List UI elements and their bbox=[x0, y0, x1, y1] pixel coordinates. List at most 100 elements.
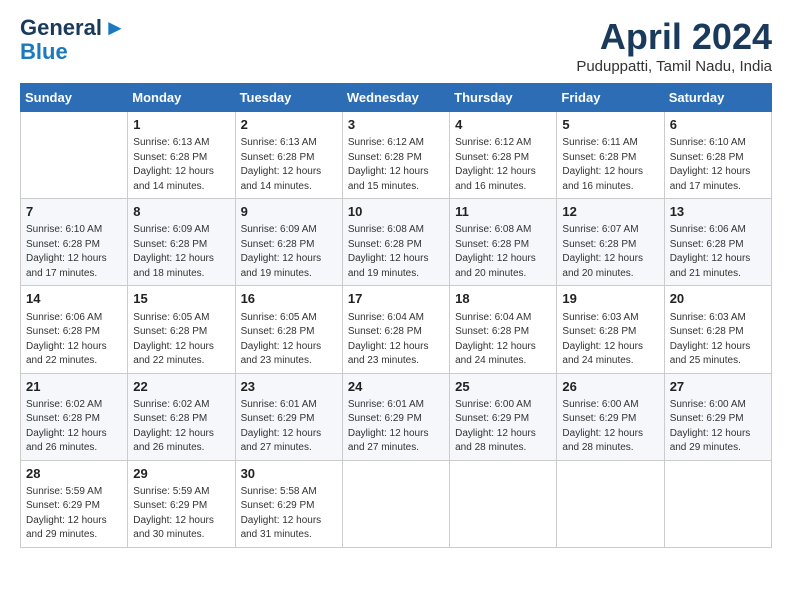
day-number: 29 bbox=[133, 465, 229, 483]
weekday-header-monday: Monday bbox=[128, 84, 235, 112]
day-info: Sunrise: 6:01 AM Sunset: 6:29 PM Dayligh… bbox=[241, 398, 337, 456]
calendar-cell: 13 Sunrise: 6:06 AM Sunset: 6:28 PM Dayli… bbox=[664, 199, 771, 286]
day-number: 19 bbox=[562, 290, 658, 308]
day-info: Sunrise: 6:06 AM Sunset: 6:28 PM Dayligh… bbox=[26, 311, 122, 369]
day-number: 3 bbox=[348, 116, 444, 134]
day-number: 10 bbox=[348, 203, 444, 221]
day-info: Sunrise: 5:59 AM Sunset: 6:29 PM Dayligh… bbox=[26, 485, 122, 543]
day-info: Sunrise: 6:03 AM Sunset: 6:28 PM Dayligh… bbox=[670, 311, 766, 369]
day-number: 16 bbox=[241, 290, 337, 308]
calendar-header: SundayMondayTuesdayWednesdayThursdayFrid… bbox=[21, 84, 772, 112]
day-info: Sunrise: 6:12 AM Sunset: 6:28 PM Dayligh… bbox=[455, 136, 551, 194]
day-number: 28 bbox=[26, 465, 122, 483]
header: General► Blue April 2024 Puduppatti, Tam… bbox=[20, 16, 772, 75]
day-number: 12 bbox=[562, 203, 658, 221]
day-info: Sunrise: 6:04 AM Sunset: 6:28 PM Dayligh… bbox=[348, 311, 444, 369]
day-info: Sunrise: 6:09 AM Sunset: 6:28 PM Dayligh… bbox=[133, 223, 229, 281]
day-info: Sunrise: 6:00 AM Sunset: 6:29 PM Dayligh… bbox=[455, 398, 551, 456]
day-info: Sunrise: 6:09 AM Sunset: 6:28 PM Dayligh… bbox=[241, 223, 337, 281]
day-number: 22 bbox=[133, 378, 229, 396]
calendar-cell: 27 Sunrise: 6:00 AM Sunset: 6:29 PM Dayli… bbox=[664, 373, 771, 460]
day-info: Sunrise: 6:11 AM Sunset: 6:28 PM Dayligh… bbox=[562, 136, 658, 194]
day-number: 14 bbox=[26, 290, 122, 308]
calendar-cell: 28 Sunrise: 5:59 AM Sunset: 6:29 PM Dayli… bbox=[21, 460, 128, 547]
day-number: 2 bbox=[241, 116, 337, 134]
weekday-header-saturday: Saturday bbox=[664, 84, 771, 112]
day-info: Sunrise: 6:13 AM Sunset: 6:28 PM Dayligh… bbox=[241, 136, 337, 194]
day-info: Sunrise: 6:04 AM Sunset: 6:28 PM Dayligh… bbox=[455, 311, 551, 369]
calendar-cell: 30Sunrise: 5:58 AM Sunset: 6:29 PM Dayli… bbox=[235, 460, 342, 547]
day-info: Sunrise: 6:10 AM Sunset: 6:28 PM Dayligh… bbox=[670, 136, 766, 194]
day-number: 30 bbox=[241, 465, 337, 483]
day-info: Sunrise: 6:05 AM Sunset: 6:28 PM Dayligh… bbox=[241, 311, 337, 369]
day-info: Sunrise: 6:08 AM Sunset: 6:28 PM Dayligh… bbox=[348, 223, 444, 281]
calendar-cell: 15Sunrise: 6:05 AM Sunset: 6:28 PM Dayli… bbox=[128, 286, 235, 373]
logo-blue: Blue bbox=[20, 40, 68, 64]
day-number: 1 bbox=[133, 116, 229, 134]
weekday-header-thursday: Thursday bbox=[450, 84, 557, 112]
day-info: Sunrise: 6:08 AM Sunset: 6:28 PM Dayligh… bbox=[455, 223, 551, 281]
day-info: Sunrise: 5:59 AM Sunset: 6:29 PM Dayligh… bbox=[133, 485, 229, 543]
calendar-cell: 16 Sunrise: 6:05 AM Sunset: 6:28 PM Dayli… bbox=[235, 286, 342, 373]
calendar-cell bbox=[557, 460, 664, 547]
calendar-table: SundayMondayTuesdayWednesdayThursdayFrid… bbox=[20, 83, 772, 548]
calendar-cell: 5 Sunrise: 6:11 AM Sunset: 6:28 PM Daylig… bbox=[557, 112, 664, 199]
day-number: 9 bbox=[241, 203, 337, 221]
weekday-header-wednesday: Wednesday bbox=[342, 84, 449, 112]
calendar-cell: 23 Sunrise: 6:01 AM Sunset: 6:29 PM Dayli… bbox=[235, 373, 342, 460]
calendar-cell bbox=[664, 460, 771, 547]
day-number: 21 bbox=[26, 378, 122, 396]
calendar-cell bbox=[450, 460, 557, 547]
calendar-cell: 2 Sunrise: 6:13 AM Sunset: 6:28 PM Daylig… bbox=[235, 112, 342, 199]
day-number: 4 bbox=[455, 116, 551, 134]
day-number: 5 bbox=[562, 116, 658, 134]
day-number: 24 bbox=[348, 378, 444, 396]
day-number: 17 bbox=[348, 290, 444, 308]
month-title: April 2024 bbox=[576, 16, 772, 58]
day-number: 27 bbox=[670, 378, 766, 396]
calendar-cell: 21 Sunrise: 6:02 AM Sunset: 6:28 PM Dayli… bbox=[21, 373, 128, 460]
day-number: 11 bbox=[455, 203, 551, 221]
calendar-cell: 10 Sunrise: 6:08 AM Sunset: 6:28 PM Dayli… bbox=[342, 199, 449, 286]
day-number: 7 bbox=[26, 203, 122, 221]
calendar-cell: 26Sunrise: 6:00 AM Sunset: 6:29 PM Dayli… bbox=[557, 373, 664, 460]
day-info: Sunrise: 6:00 AM Sunset: 6:29 PM Dayligh… bbox=[670, 398, 766, 456]
day-number: 6 bbox=[670, 116, 766, 134]
calendar-cell bbox=[342, 460, 449, 547]
calendar-cell: 25 Sunrise: 6:00 AM Sunset: 6:29 PM Dayli… bbox=[450, 373, 557, 460]
day-info: Sunrise: 6:02 AM Sunset: 6:28 PM Dayligh… bbox=[26, 398, 122, 456]
calendar-cell: 1Sunrise: 6:13 AM Sunset: 6:28 PM Daylig… bbox=[128, 112, 235, 199]
weekday-header-tuesday: Tuesday bbox=[235, 84, 342, 112]
calendar-cell: 6 Sunrise: 6:10 AM Sunset: 6:28 PM Daylig… bbox=[664, 112, 771, 199]
weekday-header-sunday: Sunday bbox=[21, 84, 128, 112]
day-info: Sunrise: 6:10 AM Sunset: 6:28 PM Dayligh… bbox=[26, 223, 122, 281]
day-info: Sunrise: 6:03 AM Sunset: 6:28 PM Dayligh… bbox=[562, 311, 658, 369]
logo-text: General► bbox=[20, 16, 126, 40]
calendar-cell: 24Sunrise: 6:01 AM Sunset: 6:29 PM Dayli… bbox=[342, 373, 449, 460]
day-number: 23 bbox=[241, 378, 337, 396]
day-number: 26 bbox=[562, 378, 658, 396]
calendar-cell: 4 Sunrise: 6:12 AM Sunset: 6:28 PM Daylig… bbox=[450, 112, 557, 199]
day-number: 20 bbox=[670, 290, 766, 308]
calendar-cell: 29 Sunrise: 5:59 AM Sunset: 6:29 PM Dayli… bbox=[128, 460, 235, 547]
logo: General► Blue bbox=[20, 16, 126, 64]
calendar-cell: 7 Sunrise: 6:10 AM Sunset: 6:28 PM Daylig… bbox=[21, 199, 128, 286]
calendar-cell: 14 Sunrise: 6:06 AM Sunset: 6:28 PM Dayli… bbox=[21, 286, 128, 373]
calendar-cell: 18 Sunrise: 6:04 AM Sunset: 6:28 PM Dayli… bbox=[450, 286, 557, 373]
day-number: 13 bbox=[670, 203, 766, 221]
day-number: 18 bbox=[455, 290, 551, 308]
calendar-cell: 9 Sunrise: 6:09 AM Sunset: 6:28 PM Daylig… bbox=[235, 199, 342, 286]
day-number: 25 bbox=[455, 378, 551, 396]
calendar-cell: 3Sunrise: 6:12 AM Sunset: 6:28 PM Daylig… bbox=[342, 112, 449, 199]
calendar-cell bbox=[21, 112, 128, 199]
day-info: Sunrise: 6:06 AM Sunset: 6:28 PM Dayligh… bbox=[670, 223, 766, 281]
location: Puduppatti, Tamil Nadu, India bbox=[576, 58, 772, 75]
weekday-header-friday: Friday bbox=[557, 84, 664, 112]
day-info: Sunrise: 6:07 AM Sunset: 6:28 PM Dayligh… bbox=[562, 223, 658, 281]
title-area: April 2024 Puduppatti, Tamil Nadu, India bbox=[576, 16, 772, 75]
calendar-cell: 22 Sunrise: 6:02 AM Sunset: 6:28 PM Dayli… bbox=[128, 373, 235, 460]
day-number: 8 bbox=[133, 203, 229, 221]
calendar-cell: 8 Sunrise: 6:09 AM Sunset: 6:28 PM Daylig… bbox=[128, 199, 235, 286]
day-info: Sunrise: 6:02 AM Sunset: 6:28 PM Dayligh… bbox=[133, 398, 229, 456]
calendar-cell: 17 Sunrise: 6:04 AM Sunset: 6:28 PM Dayli… bbox=[342, 286, 449, 373]
